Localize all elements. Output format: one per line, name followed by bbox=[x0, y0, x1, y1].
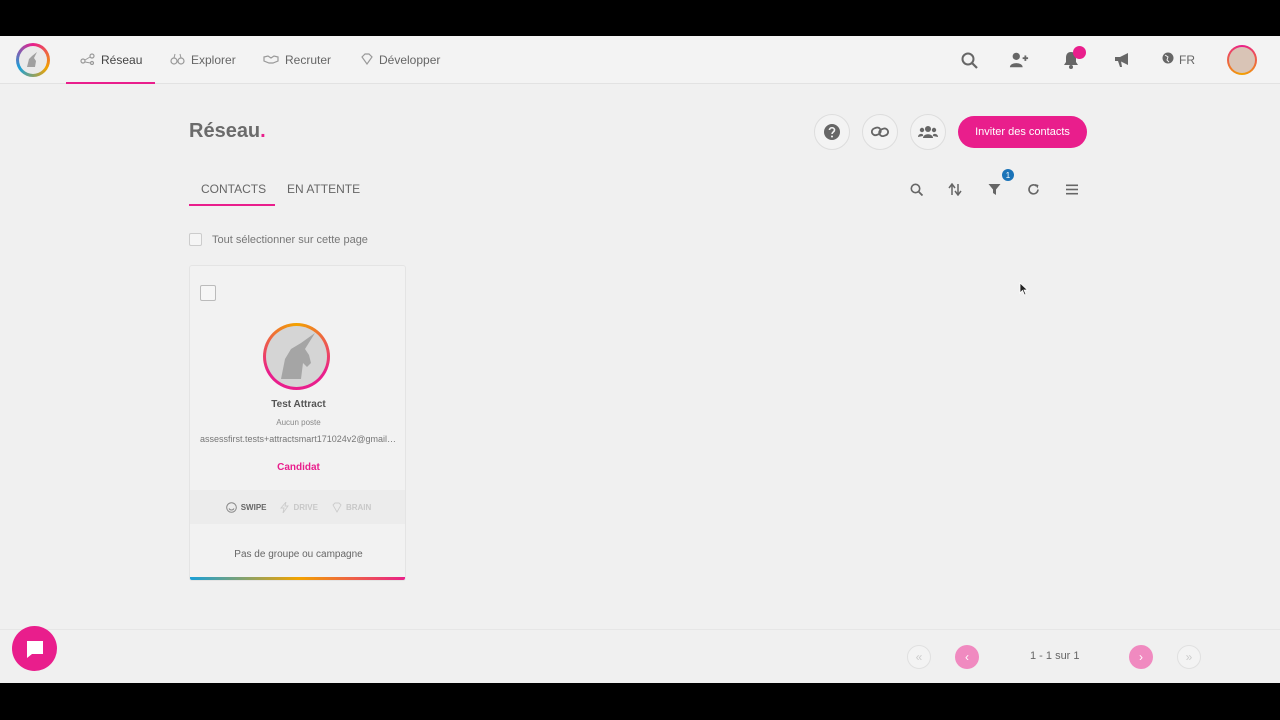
tab-en-attente[interactable]: EN ATTENTE bbox=[287, 182, 360, 196]
bolt-icon bbox=[280, 501, 290, 513]
groups-button[interactable] bbox=[910, 114, 946, 150]
language-label: FR bbox=[1179, 52, 1195, 67]
contact-checkbox[interactable] bbox=[200, 285, 216, 301]
nav-item-label: Recruter bbox=[285, 53, 332, 67]
page-title-text: Réseau bbox=[189, 120, 261, 142]
app-frame: Réseau Explorer Recruter Développer FR R… bbox=[0, 36, 1280, 683]
help-icon bbox=[824, 124, 840, 140]
contact-role: Aucun poste bbox=[276, 418, 321, 427]
previous-page-button[interactable]: ‹ bbox=[955, 645, 979, 669]
nav-item-recruter[interactable]: Recruter bbox=[263, 36, 331, 84]
search-icon[interactable] bbox=[908, 181, 924, 197]
globe-icon bbox=[1162, 52, 1174, 67]
module-brain: BRAIN bbox=[332, 502, 371, 513]
contact-name: Test Attract bbox=[271, 399, 326, 410]
chat-button[interactable] bbox=[12, 626, 57, 671]
sort-icon[interactable] bbox=[947, 181, 963, 197]
top-navbar: Réseau Explorer Recruter Développer FR bbox=[0, 36, 1280, 84]
help-button[interactable] bbox=[814, 114, 850, 150]
nav-item-label: Développer bbox=[379, 53, 441, 67]
double-chevron-left-icon: « bbox=[915, 650, 923, 664]
chevron-right-icon: › bbox=[1139, 650, 1143, 664]
select-all-label: Tout sélectionner sur cette page bbox=[212, 233, 368, 246]
select-all-checkbox[interactable] bbox=[189, 233, 202, 246]
smile-icon bbox=[225, 501, 237, 513]
footer bbox=[0, 629, 1280, 683]
add-user-icon[interactable] bbox=[1009, 50, 1029, 70]
nav-item-explorer[interactable]: Explorer bbox=[170, 36, 236, 84]
invite-contacts-button[interactable]: Inviter des contacts bbox=[958, 116, 1087, 148]
notification-badge bbox=[1073, 46, 1086, 59]
refresh-icon[interactable] bbox=[1025, 181, 1041, 197]
contact-avatar bbox=[263, 323, 330, 390]
search-icon[interactable] bbox=[959, 50, 979, 70]
app-logo[interactable] bbox=[16, 43, 50, 77]
pagination-text: 1 - 1 sur 1 bbox=[1030, 650, 1080, 662]
unicorn-icon bbox=[281, 333, 315, 379]
filter-count-badge: 1 bbox=[1002, 169, 1014, 181]
link-icon bbox=[871, 126, 889, 138]
first-page-button[interactable]: « bbox=[907, 645, 931, 669]
users-icon bbox=[918, 126, 938, 138]
module-swipe[interactable]: SWIPE bbox=[225, 501, 267, 513]
diamond-icon bbox=[361, 52, 373, 68]
module-drive: DRIVE bbox=[280, 501, 318, 513]
nav-item-developper[interactable]: Développer bbox=[361, 36, 440, 84]
filter-icon[interactable] bbox=[986, 181, 1002, 197]
diamond-icon bbox=[332, 502, 342, 513]
contact-email: assessfirst.tests+attractsmart171024v2@g… bbox=[200, 434, 397, 444]
assessment-modules: SWIPE DRIVE BRAIN bbox=[190, 490, 405, 524]
double-chevron-right-icon: » bbox=[1185, 650, 1193, 664]
nav-item-label: Explorer bbox=[191, 53, 236, 67]
handshake-icon bbox=[263, 53, 279, 68]
next-page-button[interactable]: › bbox=[1129, 645, 1153, 669]
module-label: BRAIN bbox=[345, 502, 372, 512]
card-gradient-bar bbox=[190, 577, 405, 580]
select-all-row: Tout sélectionner sur cette page bbox=[189, 233, 368, 246]
megaphone-icon[interactable] bbox=[1112, 50, 1132, 70]
share-link-button[interactable] bbox=[862, 114, 898, 150]
tab-active-indicator bbox=[189, 204, 275, 206]
language-selector[interactable]: FR bbox=[1162, 52, 1195, 67]
unicorn-icon bbox=[27, 52, 37, 67]
user-avatar[interactable] bbox=[1227, 45, 1257, 75]
binoculars-icon bbox=[170, 53, 185, 68]
nav-item-reseau[interactable]: Réseau bbox=[80, 36, 142, 84]
list-view-icon[interactable] bbox=[1064, 181, 1080, 197]
contact-group: Pas de groupe ou campagne bbox=[234, 549, 363, 560]
contact-status: Candidat bbox=[277, 462, 320, 473]
chat-icon bbox=[26, 640, 43, 658]
chevron-left-icon: ‹ bbox=[965, 650, 969, 664]
module-label: DRIVE bbox=[293, 502, 318, 512]
last-page-button[interactable]: » bbox=[1177, 645, 1201, 669]
page-title: Réseau. bbox=[189, 120, 266, 143]
module-label: SWIPE bbox=[240, 502, 267, 512]
contact-card[interactable]: Test Attract Aucun poste assessfirst.tes… bbox=[189, 265, 406, 581]
page-title-dot: . bbox=[260, 120, 266, 142]
network-icon bbox=[80, 52, 95, 68]
nav-item-label: Réseau bbox=[101, 53, 143, 67]
nav-active-indicator bbox=[66, 82, 155, 84]
mouse-cursor bbox=[1019, 282, 1029, 301]
tab-contacts[interactable]: CONTACTS bbox=[201, 182, 266, 196]
